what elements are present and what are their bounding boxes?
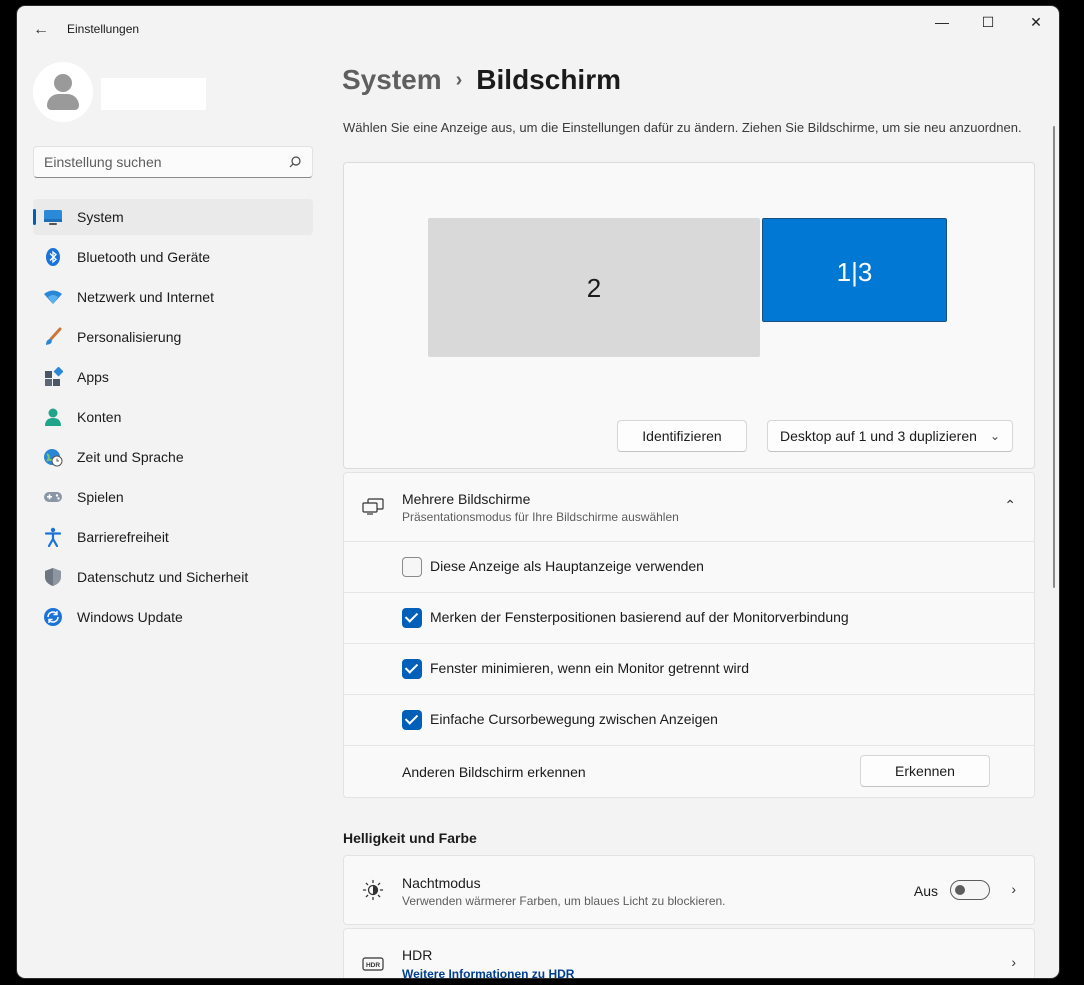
option-cursor-movement: Einfache Cursorbewegung zwischen Anzeige…: [344, 695, 1034, 746]
search-input[interactable]: Einstellung suchen: [33, 146, 313, 178]
minimize-button[interactable]: —: [919, 6, 965, 38]
multiple-displays-section: Mehrere Bildschirme Präsentationsmodus f…: [343, 472, 1035, 798]
monitor-icon: [44, 210, 62, 225]
breadcrumb: System › Bildschirm: [342, 64, 621, 96]
night-mode-title: Nachtmodus: [402, 875, 481, 891]
chevron-right-icon[interactable]: ›: [1011, 954, 1016, 970]
detect-display-label: Anderen Bildschirm erkennen: [402, 764, 586, 780]
sidebar-item-network[interactable]: Netzwerk und Internet: [33, 279, 313, 315]
multiple-monitors-icon: [362, 498, 384, 515]
multiple-displays-subtitle: Präsentationsmodus für Ihre Bildschirme …: [402, 510, 679, 524]
night-mode-toggle[interactable]: [950, 880, 990, 900]
search-icon: [289, 156, 301, 168]
hdr-learn-more-link[interactable]: Weitere Informationen zu HDR: [402, 967, 574, 978]
apps-icon: [45, 367, 63, 386]
sidebar-item-label: Apps: [77, 369, 109, 385]
maximize-button[interactable]: ☐: [965, 6, 1011, 38]
avatar-body-icon: [47, 94, 79, 110]
sidebar-nav: System Bluetooth und Geräte Netzwerk und…: [33, 199, 313, 639]
sidebar-item-windows-update[interactable]: Windows Update: [33, 599, 313, 635]
option-label: Einfache Cursorbewegung zwischen Anzeige…: [430, 711, 718, 727]
identify-button[interactable]: Identifizieren: [617, 420, 747, 452]
multiple-displays-header[interactable]: Mehrere Bildschirme Präsentationsmodus f…: [344, 473, 1034, 542]
minimize-windows-checkbox[interactable]: [402, 659, 422, 679]
sidebar-item-label: Zeit und Sprache: [77, 449, 184, 465]
breadcrumb-parent[interactable]: System: [342, 64, 442, 95]
option-remember-window-positions: Merken der Fensterpositionen basierend a…: [344, 593, 1034, 644]
close-button[interactable]: ✕: [1013, 6, 1059, 38]
night-mode-state: Aus: [913, 883, 938, 899]
sidebar-item-accounts[interactable]: Konten: [33, 399, 313, 435]
monitor-1-3[interactable]: 1|3: [762, 218, 947, 322]
multiple-displays-title: Mehrere Bildschirme: [402, 491, 531, 507]
monitor-label: 1|3: [836, 257, 873, 287]
option-label: Merken der Fensterpositionen basierend a…: [430, 609, 849, 625]
option-minimize-windows: Fenster minimieren, wenn ein Monitor get…: [344, 644, 1034, 695]
gamepad-icon: [44, 492, 62, 502]
sidebar-item-label: Spielen: [77, 489, 124, 505]
display-mode-select[interactable]: Desktop auf 1 und 3 duplizieren ⌄: [767, 420, 1013, 452]
sidebar-item-label: Konten: [77, 409, 122, 425]
settings-window: ← Einstellungen — ☐ ✕ Einstellung suchen…: [17, 6, 1059, 978]
sidebar-item-label: Bluetooth und Geräte: [77, 249, 211, 265]
brush-icon: [46, 327, 62, 345]
username-redacted: [101, 78, 206, 110]
sidebar-item-label: Personalisierung: [77, 329, 182, 345]
sidebar-item-label: Barrierefreiheit: [77, 529, 169, 545]
bluetooth-icon: [46, 248, 60, 266]
avatar-head-icon: [54, 74, 72, 92]
sidebar-item-label: System: [77, 209, 124, 225]
sidebar-item-label: Windows Update: [77, 609, 183, 625]
hdr-icon-text: HDR: [366, 962, 380, 969]
toggle-knob: [955, 885, 965, 895]
sidebar-item-time-language[interactable]: Zeit und Sprache: [33, 439, 313, 475]
sidebar-item-system[interactable]: System: [33, 199, 313, 235]
detect-button[interactable]: Erkennen: [860, 755, 990, 787]
app-title: Einstellungen: [67, 22, 140, 36]
night-mode-row[interactable]: Nachtmodus Verwenden wärmerer Farben, um…: [343, 855, 1035, 925]
night-light-icon: [362, 879, 384, 901]
chevron-down-icon: ⌄: [989, 429, 1000, 443]
cursor-movement-checkbox[interactable]: [402, 710, 422, 730]
monitor-label: 2: [586, 273, 602, 303]
brightness-color-heading: Helligkeit und Farbe: [343, 830, 477, 846]
sidebar-item-apps[interactable]: Apps: [33, 359, 313, 395]
update-icon: [44, 608, 62, 626]
remember-positions-checkbox[interactable]: [402, 608, 422, 628]
back-arrow-icon[interactable]: ←: [31, 20, 51, 40]
night-mode-subtitle: Verwenden wärmerer Farben, um blaues Lic…: [402, 894, 726, 908]
avatar[interactable]: [33, 62, 93, 122]
main-display-checkbox[interactable]: [402, 557, 422, 577]
sidebar-item-privacy[interactable]: Datenschutz und Sicherheit: [33, 559, 313, 595]
sidebar-item-gaming[interactable]: Spielen: [33, 479, 313, 515]
option-main-display: Diese Anzeige als Hauptanzeige verwenden: [344, 542, 1034, 593]
title-bar: ← Einstellungen — ☐ ✕: [17, 6, 1059, 52]
sidebar-item-bluetooth[interactable]: Bluetooth und Geräte: [33, 239, 313, 275]
sidebar-item-label: Netzwerk und Internet: [77, 289, 214, 305]
sidebar-item-accessibility[interactable]: Barrierefreiheit: [33, 519, 313, 555]
account-icon: [45, 408, 61, 426]
display-mode-value: Desktop auf 1 und 3 duplizieren: [780, 428, 977, 444]
chevron-right-icon[interactable]: ›: [1011, 881, 1016, 897]
sidebar-item-label: Datenschutz und Sicherheit: [77, 569, 249, 585]
hdr-row[interactable]: HDR HDR Weitere Informationen zu HDR ›: [343, 928, 1035, 978]
shield-icon: [45, 568, 61, 586]
sidebar-item-personalization[interactable]: Personalisierung: [33, 319, 313, 355]
option-label: Fenster minimieren, wenn ein Monitor get…: [430, 660, 750, 676]
monitor-2[interactable]: 2: [428, 218, 760, 357]
globe-clock-icon: [44, 449, 63, 467]
wifi-icon: [44, 290, 62, 304]
accessibility-icon: [44, 527, 62, 547]
breadcrumb-chevron-icon: ›: [455, 69, 463, 91]
hdr-icon: HDR: [362, 957, 384, 971]
scrollbar[interactable]: [1053, 126, 1055, 588]
search-placeholder: Einstellung suchen: [44, 154, 162, 170]
page-title: Bildschirm: [476, 64, 621, 95]
detect-display-row: Anderen Bildschirm erkennen Erkennen: [344, 745, 1034, 797]
display-arrangement-panel: 2 1|3 Identifizieren Desktop auf 1 und 3…: [343, 162, 1035, 469]
chevron-up-icon[interactable]: ⌃: [1004, 497, 1016, 514]
option-label: Diese Anzeige als Hauptanzeige verwenden: [430, 558, 704, 574]
arrangement-description: Wählen Sie eine Anzeige aus, um die Eins…: [343, 120, 1022, 135]
hdr-title: HDR: [402, 947, 433, 963]
